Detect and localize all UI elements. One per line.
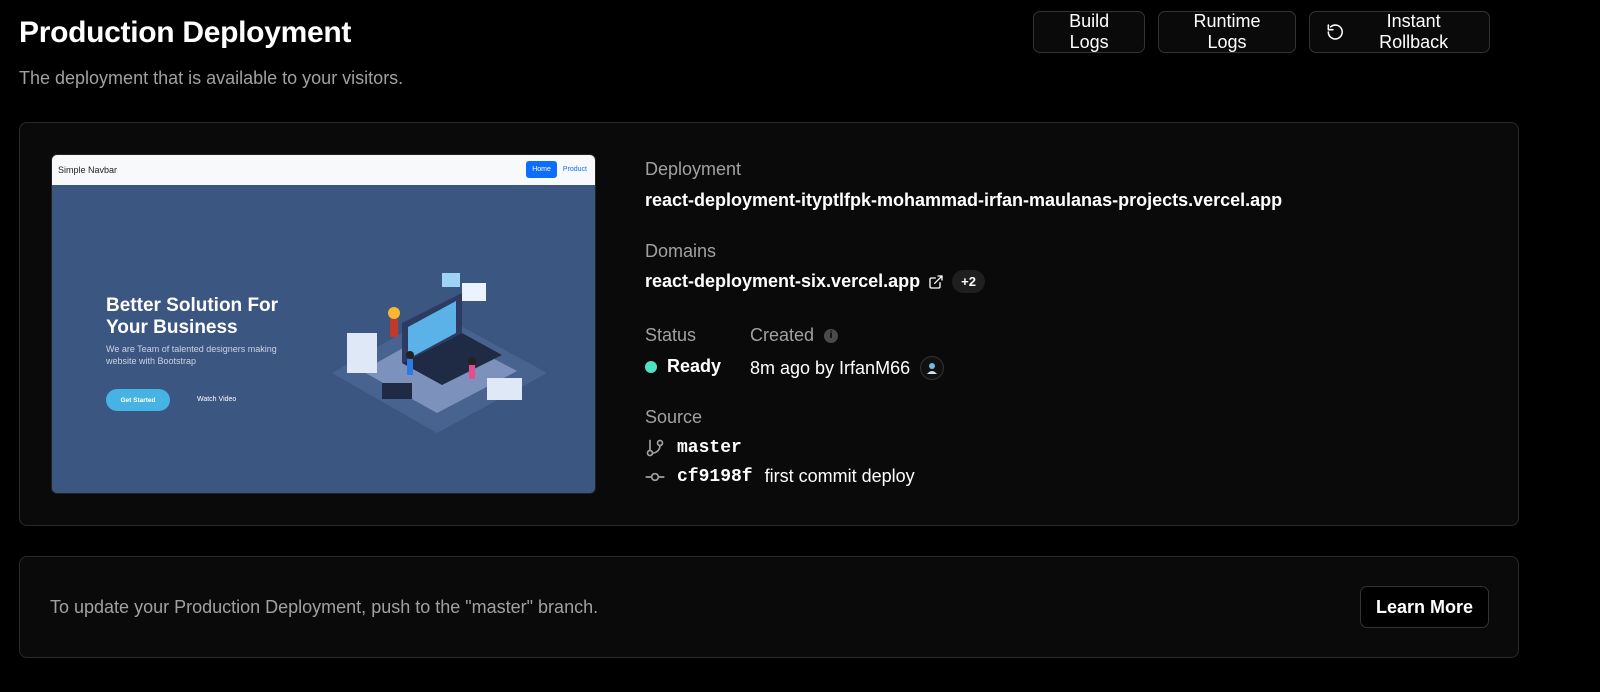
extra-domains-badge[interactable]: +2	[952, 270, 985, 293]
status-dot-icon	[645, 360, 657, 373]
page-subtitle: The deployment that is available to your…	[19, 68, 404, 88]
preview-hero-title: Better Solution For Your Business	[106, 295, 279, 338]
rollback-icon	[1327, 24, 1343, 40]
preview-nav-product: Product	[562, 166, 587, 173]
source-label: Source	[645, 407, 703, 427]
commit-message[interactable]: first commit deploy	[765, 466, 915, 487]
header-actions: Build Logs Runtime Logs Instant Rollback	[1033, 11, 1490, 53]
branch-name[interactable]: master	[677, 438, 742, 458]
domains-section: Domains react-deployment-six.vercel.app …	[645, 241, 985, 293]
runtime-logs-button[interactable]: Runtime Logs	[1158, 11, 1296, 53]
status-section: Status Ready	[645, 325, 721, 377]
preview-hero-subtitle: We are Team of talented designers making…	[106, 344, 277, 366]
external-link-icon[interactable]	[928, 274, 944, 290]
created-section: Created i 8m ago by IrfanM66	[750, 325, 945, 380]
info-icon[interactable]: i	[824, 328, 839, 343]
domains-label: Domains	[645, 241, 717, 261]
deployment-section: Deployment react-deployment-ityptlfpk-mo…	[645, 159, 1282, 211]
created-label: Created	[750, 325, 815, 345]
preview-nav-home: Home	[526, 161, 557, 178]
build-logs-button[interactable]: Build Logs	[1033, 11, 1146, 53]
preview-cta: Get Started	[106, 389, 170, 411]
avatar[interactable]	[920, 356, 945, 380]
instant-rollback-button[interactable]: Instant Rollback	[1308, 11, 1490, 53]
deployment-label: Deployment	[645, 159, 742, 179]
commit-hash[interactable]: cf9198f	[677, 467, 753, 487]
learn-more-button[interactable]: Learn More	[1359, 586, 1489, 628]
user-avatar-icon	[927, 363, 938, 374]
preview-brand: Simple Navbar	[58, 165, 118, 175]
update-info-card: To update your Production Deployment, pu…	[19, 556, 1519, 658]
deployment-preview[interactable]: Simple Navbar Home Product Better Soluti…	[51, 154, 596, 494]
created-value: 8m ago by IrfanM66	[750, 357, 911, 378]
deployment-url[interactable]: react-deployment-ityptlfpk-mohammad-irfa…	[645, 190, 1282, 211]
preview-nav-links: Home Product	[526, 161, 587, 178]
preview-navbar: Simple Navbar Home Product	[52, 155, 595, 185]
instant-rollback-label: Instant Rollback	[1379, 11, 1449, 52]
git-branch-icon	[646, 439, 664, 457]
status-value: Ready	[667, 356, 722, 376]
isometric-laptop-illustration	[332, 273, 547, 433]
git-commit-icon	[645, 472, 665, 481]
primary-domain-link[interactable]: react-deployment-six.vercel.app	[645, 271, 920, 292]
preview-watch-video: Watch Video	[197, 396, 237, 403]
source-section: Source master cf9198f first commit deplo…	[645, 407, 915, 487]
status-label: Status	[645, 325, 697, 345]
update-info-text: To update your Production Deployment, pu…	[50, 597, 599, 617]
deployment-card: Simple Navbar Home Product Better Soluti…	[19, 122, 1519, 526]
